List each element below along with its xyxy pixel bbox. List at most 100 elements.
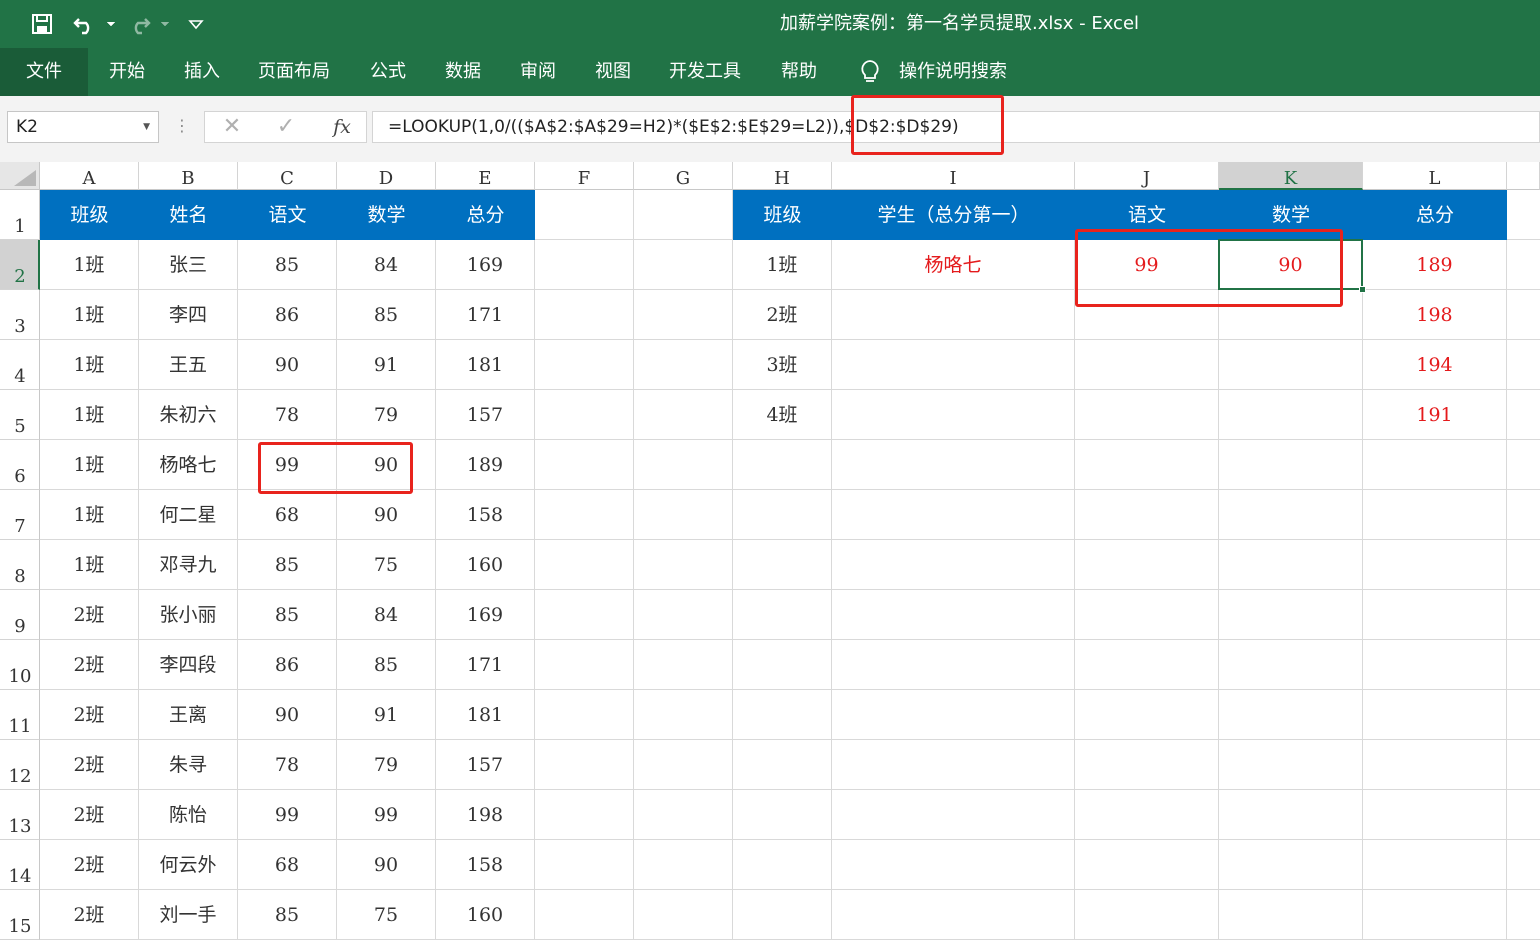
cell-c1[interactable]: 语文: [238, 190, 337, 240]
row-header-2[interactable]: 2: [0, 240, 40, 290]
tell-me-search[interactable]: 操作说明搜索: [896, 48, 1010, 96]
row-header-1[interactable]: 1: [0, 190, 40, 240]
cell-a15[interactable]: 2班: [40, 890, 139, 940]
cell-b10[interactable]: 李四段: [139, 640, 238, 690]
cell-j2[interactable]: 99: [1075, 240, 1219, 290]
cell-g10[interactable]: [634, 640, 733, 690]
formula-input[interactable]: =LOOKUP(1,0/(($A$2:$A$29=H2)*($E$2:$E$29…: [372, 111, 1540, 143]
cell-j6[interactable]: [1075, 440, 1219, 490]
cell-g4[interactable]: [634, 340, 733, 390]
redo-icon[interactable]: [126, 0, 174, 48]
cell-d9[interactable]: 84: [337, 590, 436, 640]
cell-f3[interactable]: [535, 290, 634, 340]
cell-d10[interactable]: 85: [337, 640, 436, 690]
cell-f2[interactable]: [535, 240, 634, 290]
save-icon[interactable]: [26, 0, 58, 48]
cell-b13[interactable]: 陈怡: [139, 790, 238, 840]
cell-d14[interactable]: 90: [337, 840, 436, 890]
cell-a13[interactable]: 2班: [40, 790, 139, 840]
cell-f14[interactable]: [535, 840, 634, 890]
cell-i12[interactable]: [832, 740, 1075, 790]
cell-a11[interactable]: 2班: [40, 690, 139, 740]
cell-i8[interactable]: [832, 540, 1075, 590]
row-header-10[interactable]: 10: [0, 640, 40, 690]
cell-i15[interactable]: [832, 890, 1075, 940]
column-header-overflow[interactable]: [1507, 162, 1540, 190]
row-header-8[interactable]: 8: [0, 540, 40, 590]
cell-l1[interactable]: 总分: [1363, 190, 1507, 240]
cell-j4[interactable]: [1075, 340, 1219, 390]
cell-f13[interactable]: [535, 790, 634, 840]
customize-qat-icon[interactable]: [184, 0, 208, 48]
cell-d8[interactable]: 75: [337, 540, 436, 590]
cell-l11[interactable]: [1363, 690, 1507, 740]
close-icon[interactable]: ✕: [217, 112, 247, 142]
cell-k7[interactable]: [1219, 490, 1363, 540]
cell-g13[interactable]: [634, 790, 733, 840]
column-header-e[interactable]: E: [436, 162, 535, 190]
spreadsheet-grid[interactable]: A B C D E F G H I J K L 1 班级 姓名 语文 数学 总分 班级 学生（总分第一） 语文 数学 总分 2…: [0, 162, 1540, 941]
select-all-corner[interactable]: [0, 162, 40, 190]
row-header-14[interactable]: 14: [0, 840, 40, 890]
cell-c8[interactable]: 85: [238, 540, 337, 590]
cell-overflow-13[interactable]: [1507, 790, 1540, 840]
cell-k15[interactable]: [1219, 890, 1363, 940]
cell-k13[interactable]: [1219, 790, 1363, 840]
row-header-7[interactable]: 7: [0, 490, 40, 540]
cell-g2[interactable]: [634, 240, 733, 290]
cell-overflow-3[interactable]: [1507, 290, 1540, 340]
cell-b15[interactable]: 刘一手: [139, 890, 238, 940]
cell-c5[interactable]: 78: [238, 390, 337, 440]
column-header-b[interactable]: B: [139, 162, 238, 190]
cell-a1[interactable]: 班级: [40, 190, 139, 240]
row-header-4[interactable]: 4: [0, 340, 40, 390]
cell-e1[interactable]: 总分: [436, 190, 535, 240]
cell-c15[interactable]: 85: [238, 890, 337, 940]
cell-overflow-2[interactable]: [1507, 240, 1540, 290]
cell-e8[interactable]: 160: [436, 540, 535, 590]
row-header-15[interactable]: 15: [0, 890, 40, 940]
cell-overflow-8[interactable]: [1507, 540, 1540, 590]
cell-e14[interactable]: 158: [436, 840, 535, 890]
lightbulb-icon[interactable]: [856, 48, 884, 96]
cell-k8[interactable]: [1219, 540, 1363, 590]
tab-help[interactable]: 帮助: [772, 48, 826, 96]
tab-home[interactable]: 开始: [100, 48, 154, 96]
column-header-h[interactable]: H: [733, 162, 832, 190]
cell-d11[interactable]: 91: [337, 690, 436, 740]
cell-d2[interactable]: 84: [337, 240, 436, 290]
cell-b12[interactable]: 朱寻: [139, 740, 238, 790]
cell-f5[interactable]: [535, 390, 634, 440]
cell-overflow-1[interactable]: [1507, 190, 1540, 240]
cell-c4[interactable]: 90: [238, 340, 337, 390]
cell-d6[interactable]: 90: [337, 440, 436, 490]
cell-f15[interactable]: [535, 890, 634, 940]
check-icon[interactable]: ✓: [271, 112, 301, 142]
cell-l2[interactable]: 189: [1363, 240, 1507, 290]
column-header-k[interactable]: K: [1219, 162, 1363, 190]
cell-b9[interactable]: 张小丽: [139, 590, 238, 640]
cell-f6[interactable]: [535, 440, 634, 490]
insert-function-button[interactable]: fx: [327, 112, 357, 142]
cell-b6[interactable]: 杨咯七: [139, 440, 238, 490]
cell-overflow-10[interactable]: [1507, 640, 1540, 690]
cell-h10[interactable]: [733, 640, 832, 690]
cell-g7[interactable]: [634, 490, 733, 540]
cell-overflow-7[interactable]: [1507, 490, 1540, 540]
cell-i9[interactable]: [832, 590, 1075, 640]
cell-j7[interactable]: [1075, 490, 1219, 540]
cell-d7[interactable]: 90: [337, 490, 436, 540]
cell-c11[interactable]: 90: [238, 690, 337, 740]
cell-h15[interactable]: [733, 890, 832, 940]
cell-g11[interactable]: [634, 690, 733, 740]
tab-data[interactable]: 数据: [436, 48, 490, 96]
cell-g9[interactable]: [634, 590, 733, 640]
cell-d12[interactable]: 79: [337, 740, 436, 790]
tab-view[interactable]: 视图: [586, 48, 640, 96]
tab-formulas[interactable]: 公式: [361, 48, 415, 96]
cell-e11[interactable]: 181: [436, 690, 535, 740]
cell-j3[interactable]: [1075, 290, 1219, 340]
tab-review[interactable]: 审阅: [511, 48, 565, 96]
cell-i4[interactable]: [832, 340, 1075, 390]
cell-overflow-11[interactable]: [1507, 690, 1540, 740]
